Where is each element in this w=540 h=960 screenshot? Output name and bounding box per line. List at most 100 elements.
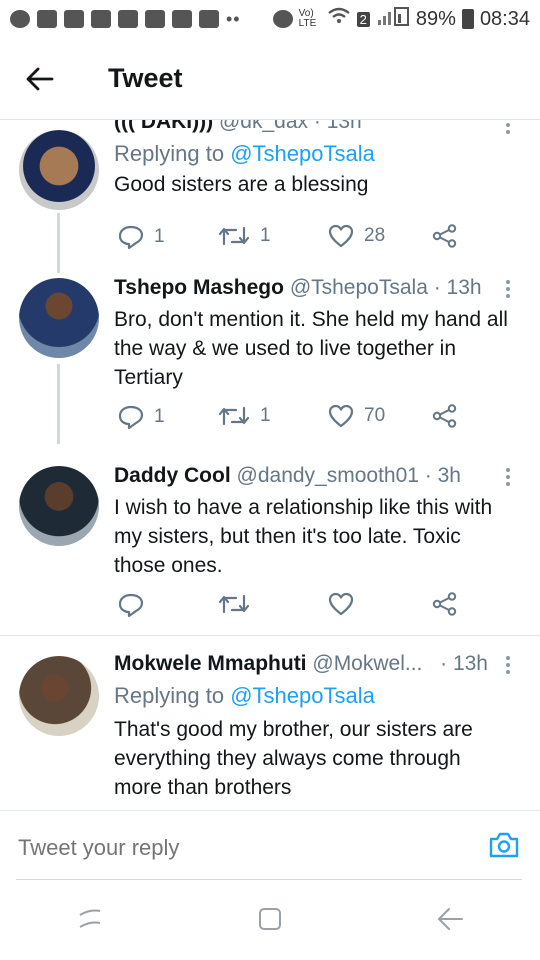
tweet-text: I wish to have a relationship like this … bbox=[114, 496, 493, 577]
more-options-icon[interactable] bbox=[498, 468, 518, 486]
app-bar: Tweet bbox=[0, 38, 540, 120]
reply-icon bbox=[118, 593, 144, 618]
retweet-count: 1 bbox=[260, 405, 271, 426]
replying-label: Replying to bbox=[114, 683, 225, 708]
timestamp: 13h bbox=[326, 120, 362, 133]
facebook-icon bbox=[10, 10, 30, 28]
reply-count: 1 bbox=[154, 406, 165, 427]
share-button[interactable] bbox=[432, 592, 458, 616]
back-arrow-icon bbox=[26, 67, 54, 90]
author-handle[interactable]: @TshepoTsala bbox=[290, 276, 428, 299]
checklist-icon bbox=[172, 10, 192, 28]
author-name[interactable]: Tshepo Mashego bbox=[114, 276, 284, 299]
retweet-icon bbox=[218, 226, 250, 246]
tweet[interactable]: Daddy Cool @dandy_smooth01 · 3h I wish t… bbox=[0, 454, 540, 636]
camera-button[interactable] bbox=[488, 831, 520, 864]
like-button[interactable] bbox=[328, 592, 364, 616]
replying-to: Replying to @TshepoTsala bbox=[114, 681, 510, 711]
share-icon bbox=[432, 404, 457, 428]
author-handle[interactable]: @dandy_smooth01 bbox=[237, 464, 419, 487]
more-options-icon[interactable] bbox=[498, 656, 518, 674]
reply-feed[interactable]: ((( DAKI))) @dk_dax · 13h Replying to @T… bbox=[0, 120, 540, 810]
like-count: 70 bbox=[364, 405, 386, 426]
avatar[interactable] bbox=[19, 278, 99, 358]
timestamp-value: 13h bbox=[452, 652, 488, 675]
reply-button[interactable] bbox=[118, 592, 154, 618]
message-icon bbox=[37, 10, 57, 28]
battery-icon bbox=[461, 9, 474, 29]
tweet[interactable]: ((( DAKI))) @dk_dax · 13h Replying to @T… bbox=[0, 120, 540, 273]
recent-apps-icon bbox=[79, 909, 101, 928]
timestamp: 3h bbox=[437, 464, 461, 487]
page-title: Tweet bbox=[108, 63, 183, 93]
more-options-icon[interactable] bbox=[498, 120, 518, 134]
heart-icon bbox=[328, 404, 354, 428]
retweet-button[interactable] bbox=[218, 592, 260, 616]
avatar[interactable] bbox=[19, 466, 99, 546]
reply-icon bbox=[118, 405, 144, 430]
retweet-button[interactable]: 1 bbox=[218, 224, 271, 248]
author-handle[interactable]: @Mokwel... bbox=[312, 652, 422, 675]
reply-input[interactable] bbox=[18, 835, 418, 861]
gmail-icon bbox=[91, 10, 111, 28]
camera-icon bbox=[489, 832, 519, 858]
timestamp: 13h bbox=[446, 276, 482, 299]
home-icon bbox=[259, 907, 281, 930]
reply-button[interactable]: 1 bbox=[118, 404, 165, 430]
sim-badge: 2 bbox=[356, 11, 370, 27]
reply-underline bbox=[16, 879, 522, 880]
reply-button[interactable]: 1 bbox=[118, 224, 165, 250]
recent-apps-button[interactable] bbox=[76, 905, 104, 938]
tweet-text: Good sisters are a blessing bbox=[114, 173, 369, 196]
back-icon bbox=[437, 907, 463, 930]
author-name[interactable]: ((( DAKI))) bbox=[114, 120, 213, 133]
status-bar: •• Vo) LTE 2 89% 08:34 bbox=[0, 0, 540, 38]
volte-label: Vo) LTE bbox=[298, 8, 317, 29]
battery-percent: 89% bbox=[415, 7, 456, 30]
retweet-icon bbox=[218, 594, 250, 614]
timestamp: · 13h bbox=[440, 652, 488, 675]
share-button[interactable] bbox=[432, 224, 458, 248]
like-count: 28 bbox=[364, 225, 386, 246]
edit-icon bbox=[64, 10, 84, 28]
share-button[interactable] bbox=[432, 404, 458, 428]
tweet-actions bbox=[114, 592, 474, 622]
replying-label: Replying to bbox=[114, 141, 225, 166]
avatar[interactable] bbox=[19, 656, 99, 736]
tweet[interactable]: Mokwele Mmaphuti @Mokwel... · 13h Replyi… bbox=[0, 636, 540, 810]
share-icon bbox=[432, 592, 457, 616]
tweet-text: Bro, don't mention it. She held my hand … bbox=[114, 308, 508, 389]
thread-line bbox=[57, 364, 60, 444]
tweet[interactable]: Tshepo Mashego @TshepoTsala · 13h Bro, d… bbox=[0, 266, 540, 454]
author-name[interactable]: Mokwele Mmaphuti bbox=[114, 652, 307, 675]
thread-line bbox=[57, 213, 60, 273]
retweet-count: 1 bbox=[260, 225, 271, 246]
signal-icon bbox=[376, 6, 410, 32]
retweet-button[interactable]: 1 bbox=[218, 404, 271, 428]
tweet-text: That's good my brother, our sisters are … bbox=[114, 718, 473, 799]
avatar[interactable] bbox=[19, 130, 99, 210]
heart-icon bbox=[328, 592, 354, 616]
more-options-icon[interactable] bbox=[498, 280, 518, 298]
replying-handle-link[interactable]: @TshepoTsala bbox=[230, 683, 375, 708]
notification-icons: •• bbox=[10, 9, 241, 30]
back-button[interactable] bbox=[0, 38, 80, 120]
retweet-icon bbox=[218, 406, 250, 426]
author-name[interactable]: Daddy Cool bbox=[114, 464, 231, 487]
tweet-actions: 1 1 70 bbox=[114, 404, 474, 434]
reply-icon bbox=[118, 225, 144, 250]
alarm-icon bbox=[272, 10, 293, 28]
share-icon bbox=[432, 224, 457, 248]
replying-handle-link[interactable]: @TshepoTsala bbox=[230, 141, 375, 166]
clock: 08:34 bbox=[479, 7, 530, 30]
like-button[interactable]: 28 bbox=[328, 224, 385, 248]
system-back-button[interactable] bbox=[436, 905, 464, 938]
author-handle[interactable]: @dk_dax bbox=[219, 120, 308, 133]
gmail-icon bbox=[145, 10, 165, 28]
replying-to: Replying to @TshepoTsala bbox=[114, 139, 510, 169]
like-button[interactable]: 70 bbox=[328, 404, 385, 428]
gmail-icon bbox=[118, 10, 138, 28]
heart-icon bbox=[328, 224, 354, 248]
home-button[interactable] bbox=[256, 905, 284, 938]
reply-count: 1 bbox=[154, 226, 165, 247]
